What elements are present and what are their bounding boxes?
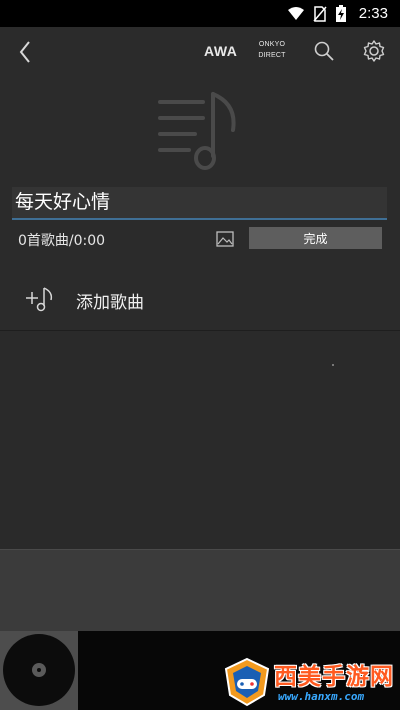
player-thumbnail[interactable] — [0, 631, 78, 710]
playlist-music-note-icon — [158, 92, 236, 170]
add-song-label: 添加歌曲 — [76, 293, 144, 313]
awa-logo[interactable]: AWA — [204, 43, 237, 59]
watermark-brand: 西美手游网 — [274, 664, 394, 690]
gamepad-shield-logo-icon — [224, 657, 270, 707]
playlist-title-input[interactable]: 每天好心情 — [12, 187, 387, 220]
search-icon[interactable] — [313, 40, 335, 62]
vinyl-disc-icon — [3, 634, 75, 706]
wifi-icon — [287, 6, 304, 20]
status-time: 2:33 — [358, 5, 388, 22]
chevron-left-icon[interactable] — [14, 39, 38, 65]
image-icon[interactable] — [216, 230, 234, 248]
song-list-area — [0, 331, 400, 549]
add-song-row[interactable]: 添加歌曲 — [0, 270, 400, 331]
no-sim-icon — [313, 5, 327, 22]
gear-icon[interactable] — [362, 39, 386, 63]
done-button[interactable]: 完成 — [249, 227, 382, 249]
bottom-panel — [0, 549, 400, 631]
list-speck — [332, 364, 334, 366]
app-bar: AWA ONKYO DIRECT — [0, 27, 400, 77]
playlist-meta-row: 0首歌曲/0:00 完成 — [0, 226, 400, 252]
onkyo-line-2: DIRECT — [258, 52, 286, 59]
onkyo-direct-logo[interactable]: ONKYO DIRECT — [254, 39, 290, 61]
watermark-url: www.hanxm.com — [278, 690, 365, 703]
song-count-duration: 0首歌曲/0:00 — [18, 233, 106, 249]
watermark: 西美手游网 www.hanxm.com — [222, 655, 400, 710]
add-music-icon — [26, 287, 53, 312]
onkyo-line-1: ONKYO — [258, 41, 286, 48]
status-bar: 2:33 — [0, 0, 400, 27]
battery-charging-icon — [335, 4, 346, 22]
